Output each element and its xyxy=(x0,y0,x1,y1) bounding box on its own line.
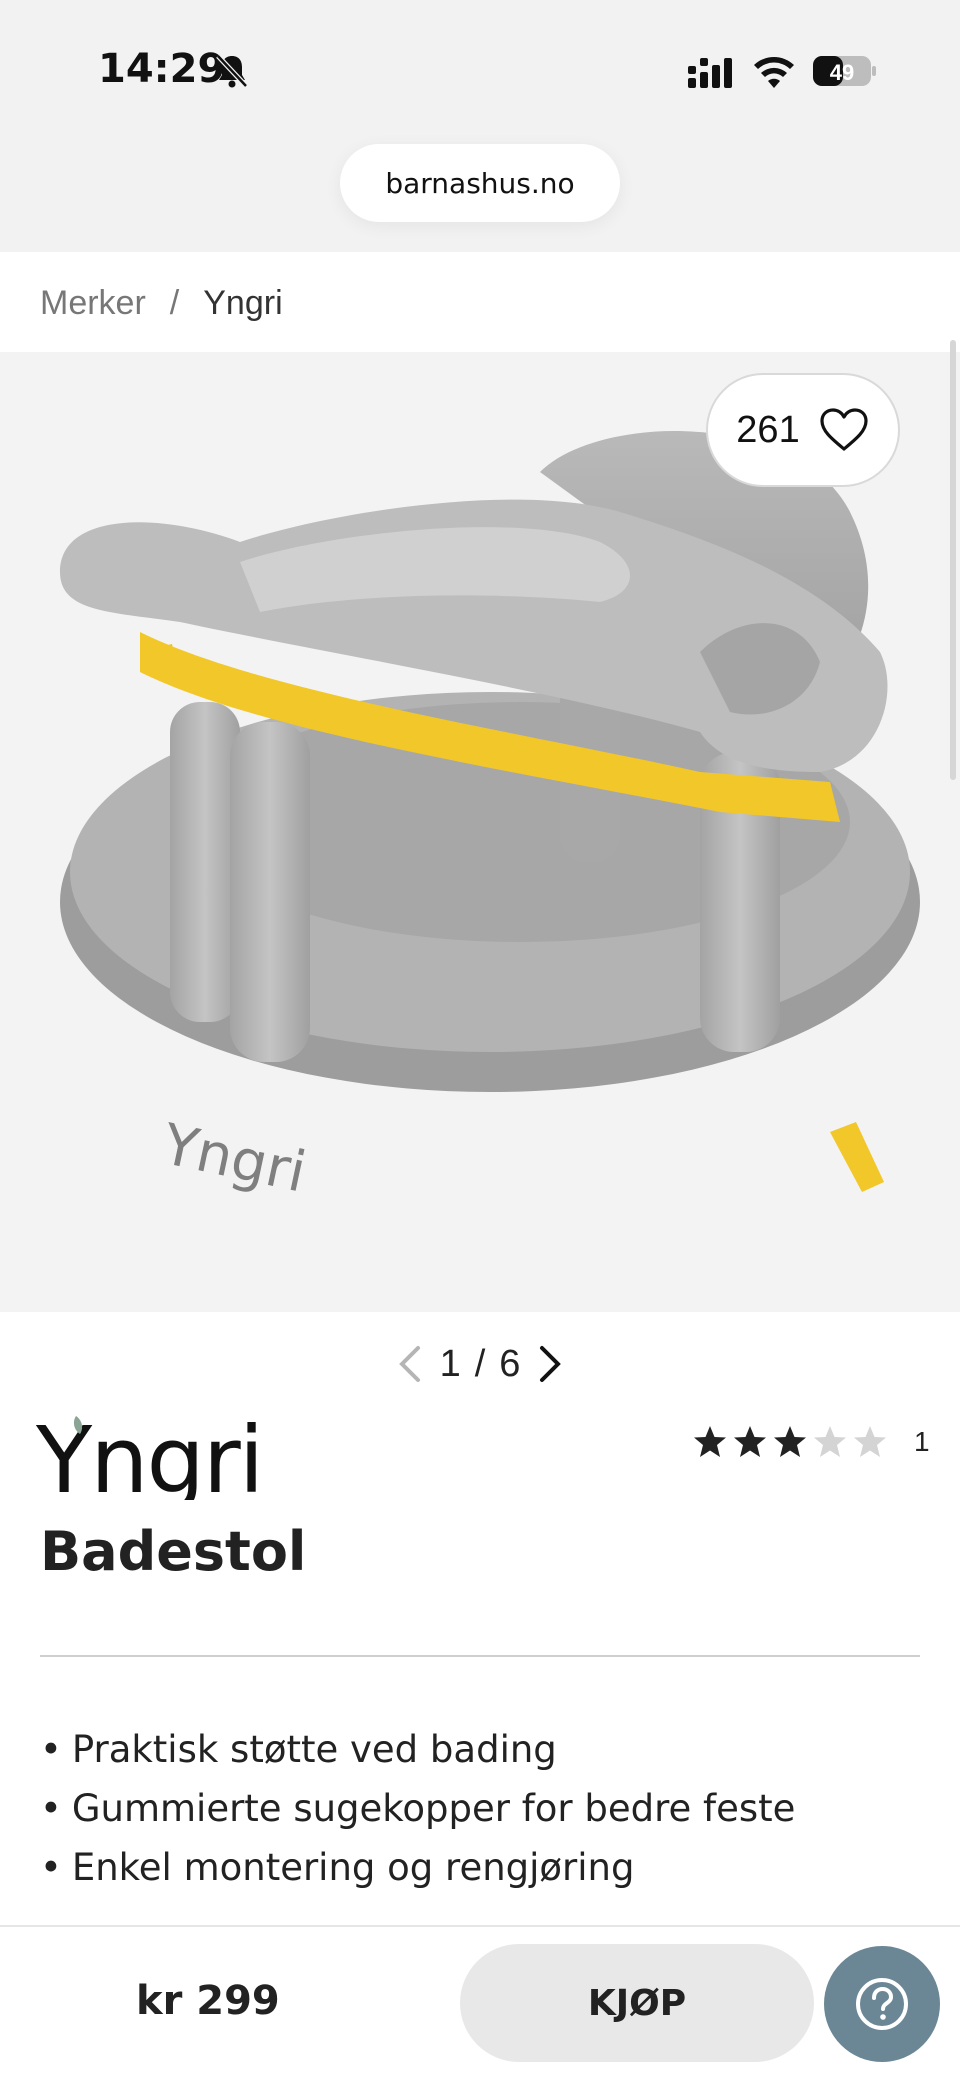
star-empty-icon xyxy=(814,1426,846,1457)
bell-muted-icon xyxy=(216,54,248,88)
gallery-total: 6 xyxy=(499,1342,521,1385)
feature-item: Praktisk støtte ved bading xyxy=(40,1720,795,1779)
like-button[interactable]: 261 xyxy=(706,373,900,487)
heart-icon xyxy=(820,408,868,451)
feature-list: Praktisk støtte ved bading Gummierte sug… xyxy=(40,1720,796,1897)
url-bar[interactable]: barnashus.no xyxy=(340,144,620,222)
star-filled-icon xyxy=(774,1426,806,1457)
price: kr 299 xyxy=(136,1978,280,2024)
gallery-separator: / xyxy=(474,1342,486,1385)
brand-logo[interactable]: Yngri xyxy=(36,1410,306,1500)
bath-seat-illustration: Yngri xyxy=(60,431,920,1206)
help-button[interactable] xyxy=(824,1946,940,2062)
battery-icon: 49 xyxy=(813,56,876,86)
status-bar: 14:29 49 barnashus.no xyxy=(0,0,960,252)
buy-button-label: KJØP xyxy=(587,1982,687,2024)
breadcrumb-link-merker[interactable]: Merker xyxy=(40,284,146,323)
battery-level: 49 xyxy=(830,60,854,85)
gallery-pager: 1 / 6 xyxy=(380,1336,580,1392)
cellular-signal-icon xyxy=(688,58,732,88)
breadcrumb: Merker / Yngri xyxy=(40,284,283,323)
star-filled-icon xyxy=(694,1426,726,1457)
product-rating[interactable]: 1 xyxy=(692,1424,930,1460)
brand-logo-text: Yngri xyxy=(36,1410,262,1500)
product-title: Badestol xyxy=(40,1520,307,1583)
wifi-icon xyxy=(754,57,794,88)
page-scrollbar[interactable] xyxy=(950,340,956,780)
feature-item: Enkel montering og rengjøring xyxy=(40,1838,795,1897)
star-empty-icon xyxy=(854,1426,886,1457)
breadcrumb-current[interactable]: Yngri xyxy=(203,284,282,323)
breadcrumb-separator: / xyxy=(169,284,180,322)
review-count: 1 xyxy=(914,1426,930,1457)
svg-text:Yngri: Yngri xyxy=(156,1112,311,1206)
star-filled-icon xyxy=(734,1426,766,1457)
divider xyxy=(40,1655,920,1657)
like-count: 261 xyxy=(736,408,800,451)
question-mark-icon xyxy=(856,1978,908,2030)
feature-item: Gummierte sugekopper for bedre feste xyxy=(40,1779,796,1838)
chevron-left-icon[interactable] xyxy=(394,1342,426,1386)
buy-button[interactable]: KJØP xyxy=(460,1944,814,2062)
clock: 14:29 xyxy=(98,46,226,92)
gallery-current-index: 1 xyxy=(439,1342,461,1385)
chevron-right-icon[interactable] xyxy=(534,1342,566,1386)
product-image[interactable]: Yngri xyxy=(0,352,960,1312)
url-text: barnashus.no xyxy=(385,166,575,200)
